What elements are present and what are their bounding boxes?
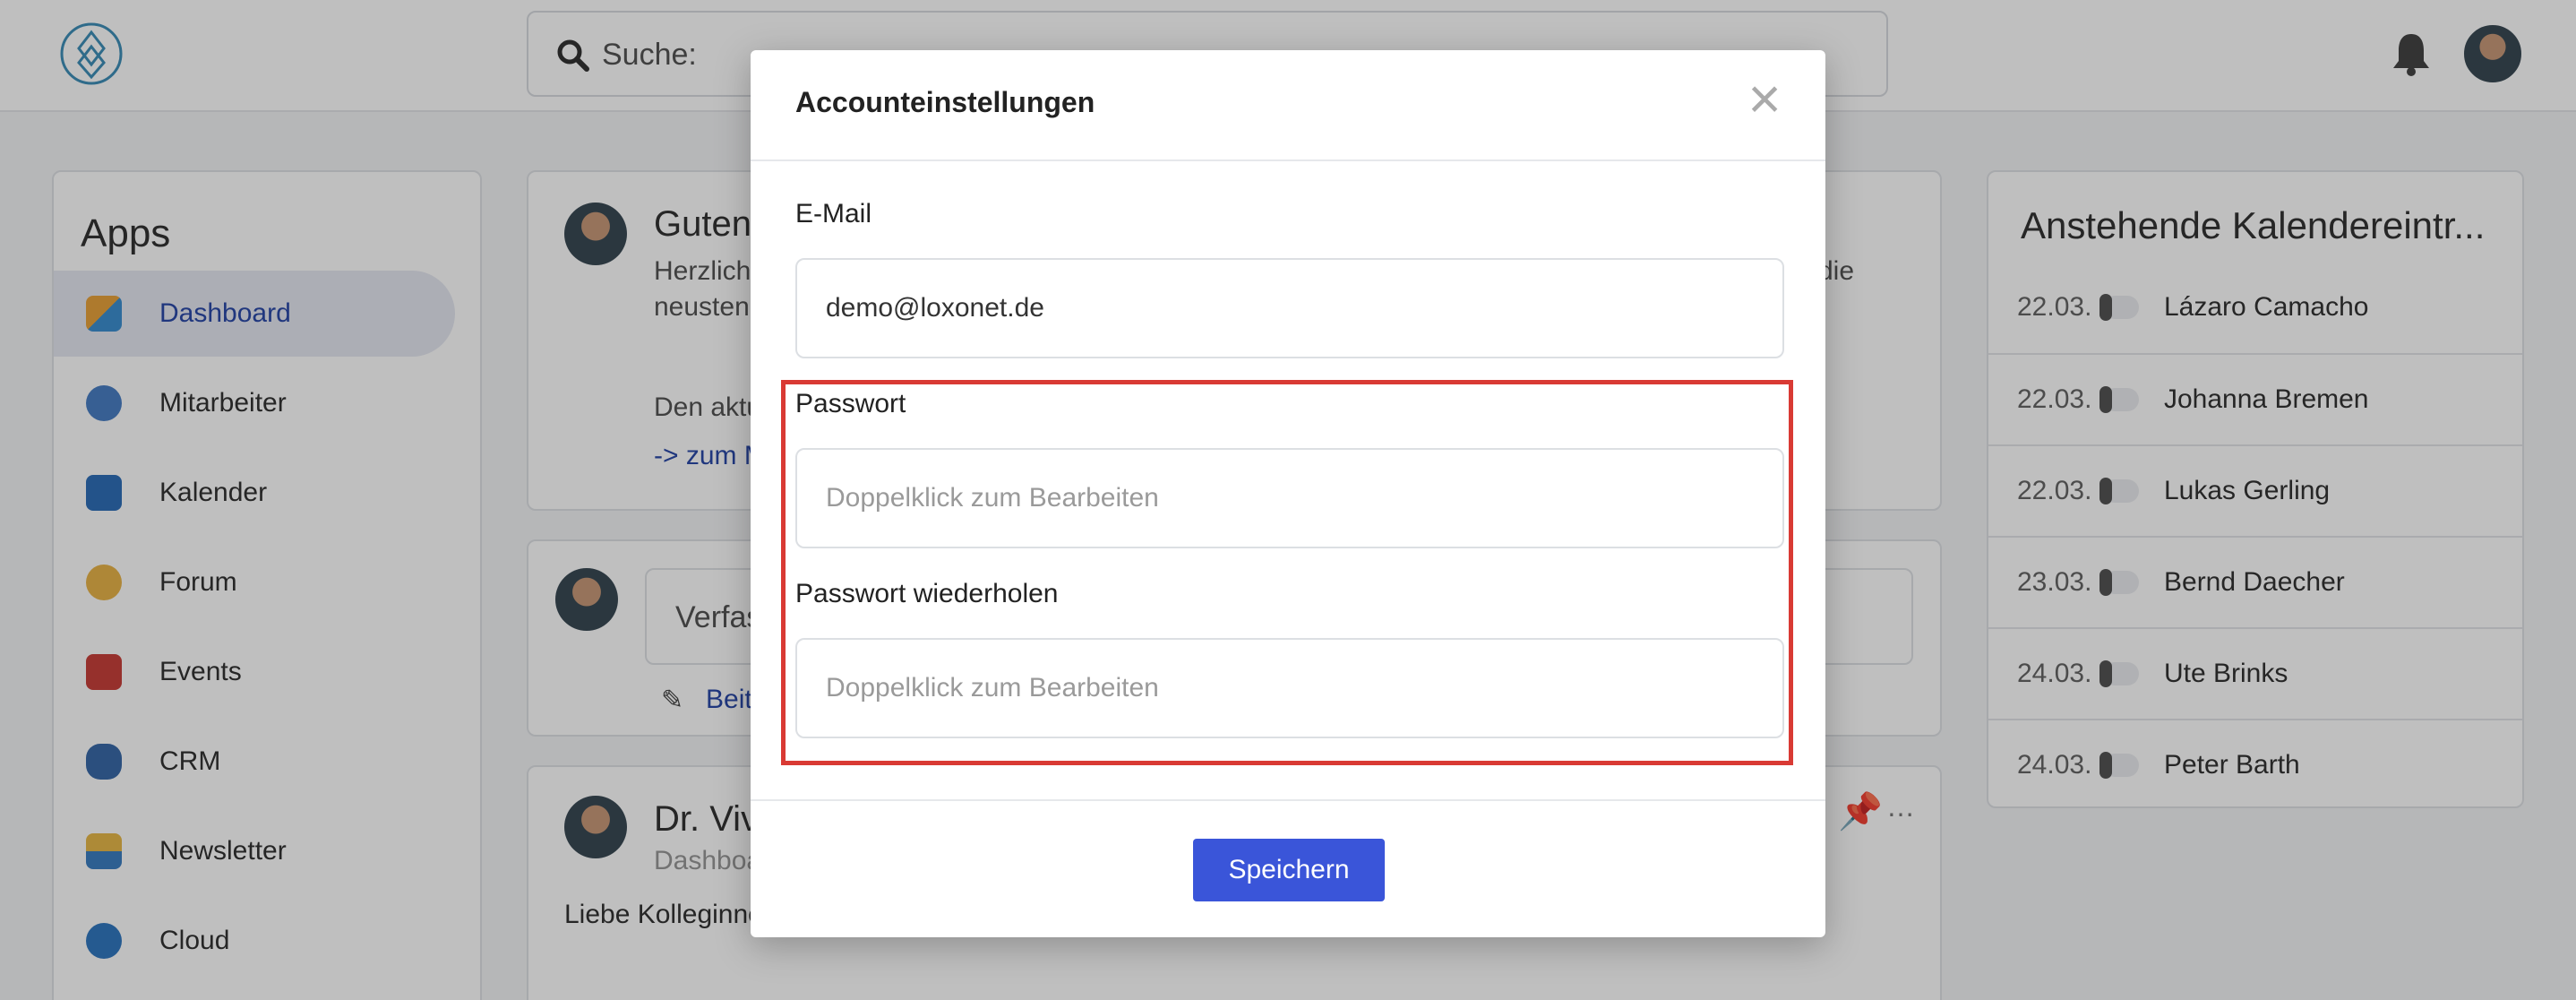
email-field[interactable] [795, 258, 1784, 358]
save-button[interactable]: Speichern [1193, 839, 1385, 901]
email-label: E-Mail [795, 199, 872, 228]
dialog-title: Accounteinstellungen [795, 86, 1095, 118]
account-settings-dialog: Accounteinstellungen × E-Mail Passwort P… [751, 50, 1825, 937]
password-field[interactable] [795, 448, 1784, 548]
password-label: Passwort [795, 389, 906, 418]
dialog-header: Accounteinstellungen × [751, 50, 1825, 161]
password-repeat-field[interactable] [795, 638, 1784, 738]
password-repeat-label: Passwort wiederholen [795, 579, 1059, 608]
dialog-divider [751, 799, 1825, 801]
close-icon[interactable]: × [1739, 70, 1790, 127]
